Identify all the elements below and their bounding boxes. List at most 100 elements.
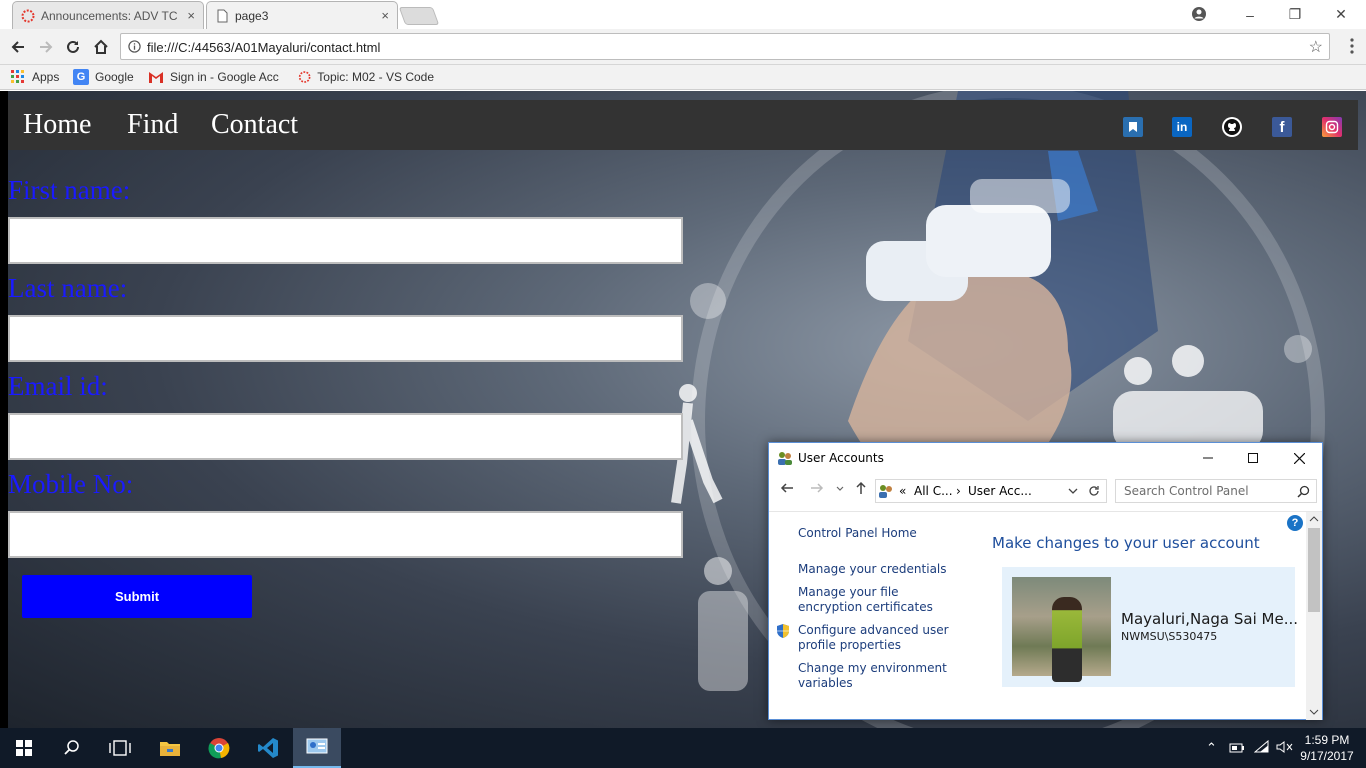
chrome-menu-icon[interactable]: [1350, 38, 1354, 54]
chrome-icon: [208, 738, 230, 759]
tab-announcements[interactable]: Announcements: ADV TC ×: [12, 1, 204, 29]
reload-icon: [67, 40, 79, 53]
scroll-down-icon[interactable]: [1309, 708, 1319, 716]
start-button[interactable]: [0, 728, 48, 768]
vertical-scrollbar[interactable]: [1306, 512, 1322, 720]
breadcrumb[interactable]: « All C... › User Acc...: [875, 479, 1107, 503]
forward-arrow-icon: [40, 41, 53, 53]
minimize-button[interactable]: –: [1227, 0, 1273, 29]
search-input[interactable]: Search Control Panel: [1115, 479, 1317, 503]
profile-icon[interactable]: [1191, 6, 1207, 22]
forward-arrow-icon: [811, 483, 824, 493]
bookmark-label: Google: [95, 70, 134, 84]
vscode-button[interactable]: [244, 728, 292, 768]
control-panel-taskbar-button[interactable]: [293, 728, 341, 768]
first-name-label: First name:: [8, 175, 131, 205]
file-explorer-button[interactable]: [146, 728, 194, 768]
window-maximize-button[interactable]: [1230, 443, 1276, 473]
bookmark-star-icon[interactable]: ☆: [1309, 37, 1323, 57]
site-navbar: Home Find Contact in f: [8, 100, 1358, 150]
linkedin-icon[interactable]: in: [1172, 117, 1192, 137]
first-name-input[interactable]: [8, 217, 683, 264]
bookmark-icon[interactable]: [1123, 117, 1143, 137]
address-bar[interactable]: file:///C:/44563/A01Mayaluri/contact.htm…: [120, 33, 1330, 60]
control-panel-home-link[interactable]: Control Panel Home: [798, 526, 958, 541]
scroll-up-icon[interactable]: [1309, 515, 1319, 523]
forward-button[interactable]: [36, 37, 56, 57]
file-encryption-link[interactable]: Manage your file encryption certificates: [798, 585, 958, 615]
chrome-button[interactable]: [195, 728, 243, 768]
show-hidden-icons-button[interactable]: ⌃: [1206, 740, 1217, 756]
breadcrumb-all-control-panel[interactable]: All C...: [914, 484, 953, 498]
nav-find[interactable]: Find: [127, 109, 178, 141]
search-placeholder: Search Control Panel: [1124, 484, 1249, 498]
advanced-profile-link[interactable]: Configure advanced user profile properti…: [798, 623, 958, 653]
chevron-down-icon: [836, 486, 844, 491]
canvas-icon: [298, 71, 311, 83]
task-view-button[interactable]: [96, 728, 144, 768]
facebook-icon[interactable]: f: [1272, 117, 1292, 137]
maximize-icon: [1248, 453, 1258, 463]
battery-icon[interactable]: [1229, 742, 1245, 754]
browser-toolbar: file:///C:/44563/A01Mayaluri/contact.htm…: [0, 29, 1366, 65]
tab-title: Announcements: ADV TC: [41, 8, 178, 23]
chevron-down-icon[interactable]: [1068, 486, 1078, 496]
github-glyph-icon: [1224, 119, 1240, 135]
home-button[interactable]: [91, 37, 111, 57]
back-button[interactable]: [8, 37, 28, 57]
info-icon[interactable]: [128, 40, 141, 53]
refresh-icon[interactable]: [1087, 484, 1101, 498]
submit-button[interactable]: Submit: [22, 575, 252, 618]
page-icon: [217, 9, 228, 23]
email-input[interactable]: [8, 413, 683, 460]
bookmark-google[interactable]: G Google: [73, 68, 134, 86]
address-url: file:///C:/44563/A01Mayaluri/contact.htm…: [147, 40, 381, 55]
instagram-icon[interactable]: [1322, 117, 1342, 137]
user-domain: NWMSU\S530475: [1121, 630, 1218, 643]
tab-close-icon[interactable]: ×: [187, 8, 195, 23]
taskbar-clock[interactable]: 1:59 PM 9/17/2017: [1296, 732, 1358, 764]
bookmark-label: Topic: M02 - VS Code: [317, 70, 434, 84]
instagram-glyph-icon: [1325, 120, 1339, 134]
tab-close-icon[interactable]: ×: [381, 8, 389, 23]
manage-credentials-link[interactable]: Manage your credentials: [798, 562, 958, 577]
breadcrumb-user-accounts[interactable]: User Acc...: [968, 484, 1032, 498]
control-panel-icon: [879, 485, 892, 498]
reload-button[interactable]: [63, 37, 83, 57]
control-panel-content: Control Panel Home Manage your credentia…: [769, 511, 1322, 720]
vscode-icon: [258, 738, 278, 758]
up-button[interactable]: [853, 480, 869, 502]
bookmark-gmail[interactable]: Sign in - Google Acc: [148, 68, 286, 86]
tab-page3[interactable]: page3 ×: [206, 1, 398, 29]
new-tab-button[interactable]: [398, 7, 440, 25]
wifi-icon[interactable]: [1254, 740, 1270, 754]
mobile-input[interactable]: [8, 511, 683, 558]
scrollbar-thumb[interactable]: [1308, 528, 1320, 612]
environment-variables-link[interactable]: Change my environment variables: [798, 661, 958, 691]
restore-button[interactable]: ❐: [1272, 0, 1318, 29]
user-accounts-icon: [778, 452, 792, 465]
volume-muted-icon[interactable]: [1276, 740, 1294, 754]
explorer-back-button[interactable]: [779, 480, 795, 502]
window-minimize-button[interactable]: [1185, 443, 1231, 473]
user-account-card: Mayaluri,Naga Sai Me... NWMSU\S530475: [1002, 567, 1298, 687]
bookmark-vscode-topic[interactable]: Topic: M02 - VS Code: [298, 68, 434, 86]
close-window-button[interactable]: ✕: [1318, 0, 1364, 29]
help-icon[interactable]: ?: [1287, 515, 1303, 531]
browser-tab-strip: Announcements: ADV TC × page3 × – ❐ ✕: [0, 0, 1366, 29]
window-close-button[interactable]: [1276, 443, 1322, 473]
bookmark-apps[interactable]: Apps: [10, 68, 59, 86]
user-accounts-window: User Accounts « All C... › User Acc... S…: [768, 442, 1323, 720]
github-icon[interactable]: [1222, 117, 1242, 137]
nav-contact[interactable]: Contact: [211, 109, 298, 141]
explorer-forward-button[interactable]: [809, 480, 825, 502]
search-button[interactable]: [48, 728, 96, 768]
tab-title: page3: [235, 8, 269, 23]
email-label: Email id:: [8, 371, 108, 401]
window-titlebar[interactable]: User Accounts: [769, 443, 1322, 474]
nav-home[interactable]: Home: [23, 109, 91, 141]
recent-locations-button[interactable]: [835, 480, 845, 502]
canvas-icon: [21, 9, 35, 23]
bookmarks-bar: Apps G Google Sign in - Google Acc Topic…: [0, 65, 1366, 90]
last-name-input[interactable]: [8, 315, 683, 362]
